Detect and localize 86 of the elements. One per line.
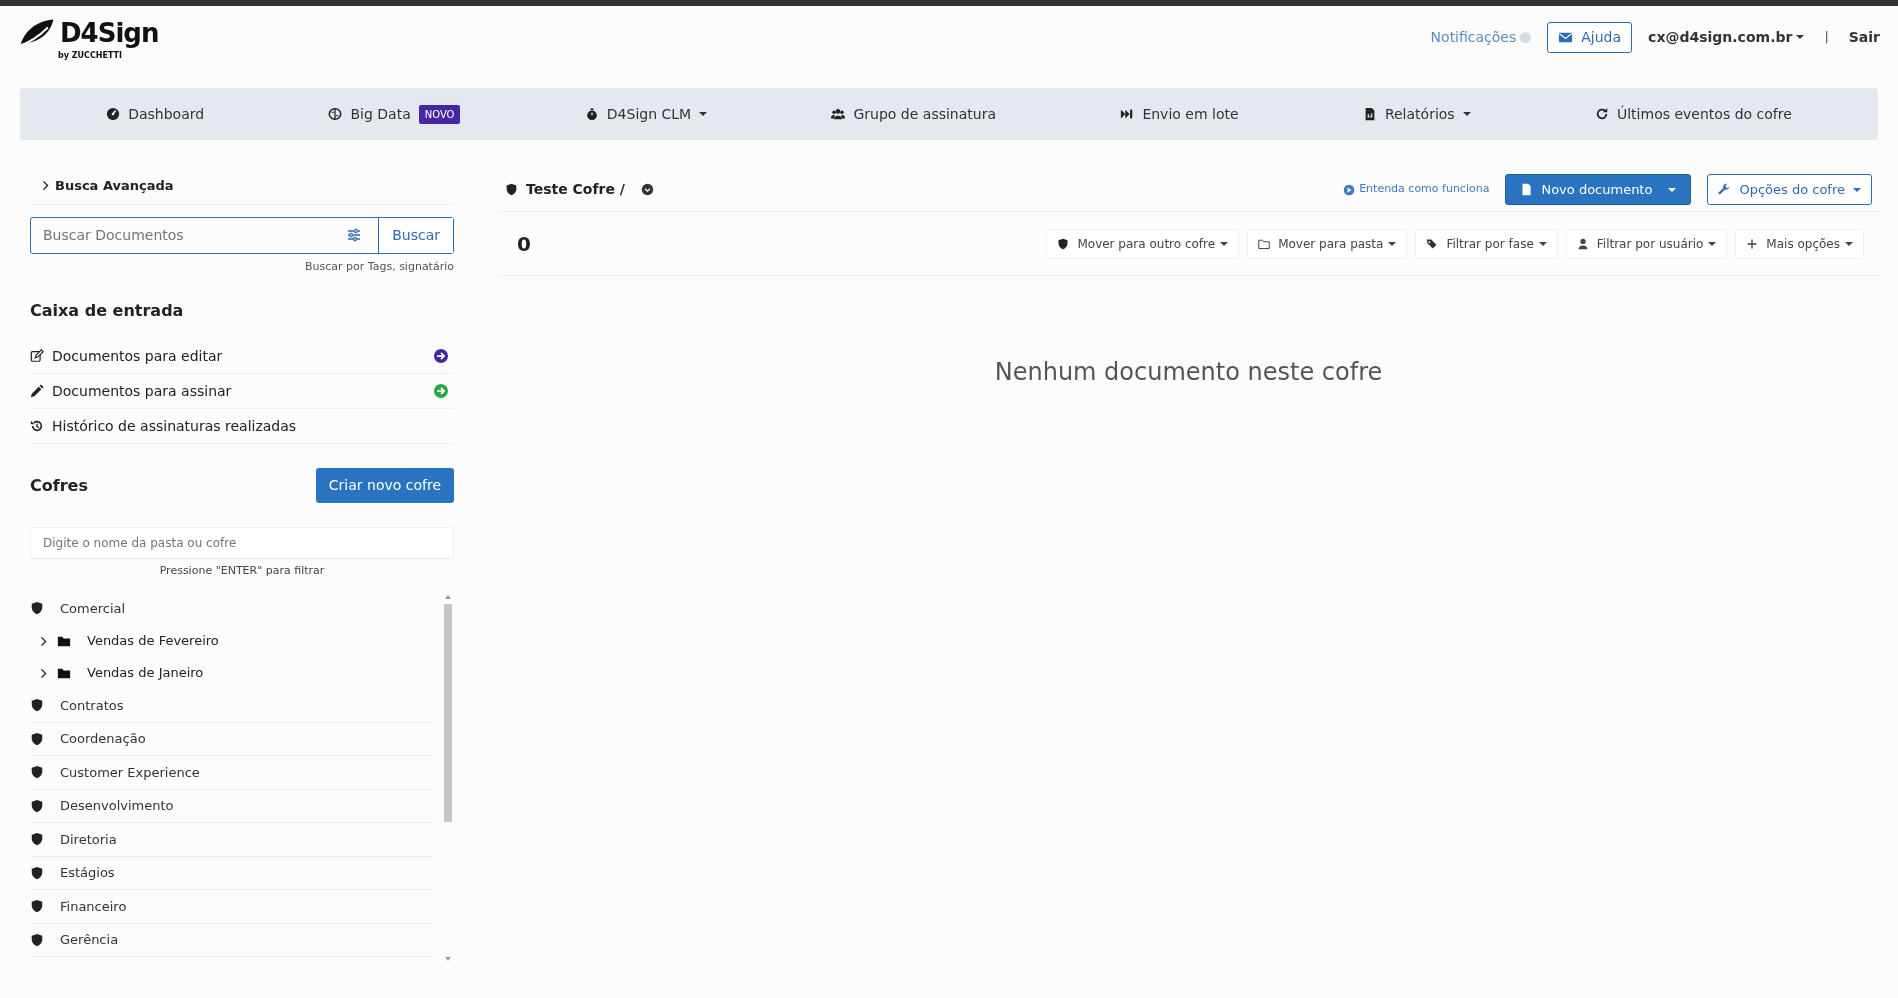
folder-item[interactable]: Vendas de Janeiro [87,663,204,683]
refresh-icon [1595,107,1609,121]
plus-icon [1746,237,1759,250]
shield-icon [30,832,44,847]
shield-icon [30,798,44,813]
folder-icon [57,634,71,648]
new-badge: NOVO [418,104,461,124]
user-menu[interactable]: cx@d4sign.com.br [1648,26,1805,48]
vault-options-button[interactable]: Opções do cofre [1707,173,1872,206]
filter-sliders-icon [346,227,363,243]
shield-icon [1057,237,1070,250]
tags-icon [1426,237,1439,250]
vault-item[interactable]: Financeiro [60,896,127,916]
create-vault-button[interactable]: Criar novo cofre [315,468,454,503]
filter-hint: Pressione "ENTER" para filtrar [158,563,326,579]
logout-link[interactable]: Sair [1848,26,1880,48]
chevron-right-icon [38,635,49,647]
shield-icon [30,731,44,746]
separator: | [1824,28,1829,47]
folder-icon [57,666,71,680]
play-circle-icon [1343,183,1356,196]
pencil-icon [30,384,44,398]
notification-dot-icon [1520,31,1532,43]
search-hint-link[interactable]: signatário [399,259,454,273]
history-icon [30,419,44,433]
new-document-button[interactable]: Novo documento [1505,173,1692,206]
vault-item[interactable]: Estágios [60,863,115,883]
shield-icon [30,601,44,616]
shield-icon [30,698,44,713]
nav-link[interactable]: Grupo de assinatura [831,103,997,125]
expand-chevron-icon[interactable] [38,667,49,679]
inbox-link[interactable]: Documentos para editar [30,345,426,367]
shield-icon [30,865,44,880]
fast-forward-icon [1120,107,1135,121]
nav-link[interactable]: D4Sign CLM [584,103,708,125]
inbox-link[interactable]: Documentos para assinar [30,380,426,402]
inbox-link[interactable]: Histórico de assinaturas realizadas [30,415,454,437]
shield-icon [505,183,518,196]
vault-filter-field[interactable]: Digite o nome da pasta ou cofre [30,527,454,559]
breadcrumb[interactable]: Teste Cofre / [526,179,625,200]
vault-item[interactable]: Gerência [60,930,119,950]
expand-chevron-icon[interactable] [38,635,49,647]
logo-byline: by ZUCCHETTI [58,52,123,60]
edit-icon [30,349,44,363]
nav-link[interactable]: Relatórios [1362,103,1471,125]
stopwatch-icon [584,107,599,121]
shield-icon [30,899,44,914]
logo-text: D4Sign [60,20,159,46]
chevron-right-icon [38,667,49,679]
toolbar-dropdown-button[interactable]: Filtrar por usuário [1565,228,1728,259]
wrench-icon [1718,183,1732,196]
vault-item[interactable]: Comercial [60,598,126,618]
search-button[interactable]: Buscar [378,217,453,253]
shield-icon [30,932,44,947]
nav-link[interactable]: Últimos eventos do cofre [1595,103,1792,125]
inbox-title: Caixa de entrada [30,300,185,322]
document-icon [1520,183,1534,196]
vault-item[interactable]: Desenvolvimento [60,796,174,816]
nav-link[interactable]: Envio em lote [1120,103,1239,125]
chevron-right-icon [40,180,51,192]
help-button[interactable]: Ajuda [1547,21,1633,53]
folder-icon [1258,237,1271,250]
nav-link[interactable]: Big Data NOVO [328,103,461,125]
search-field[interactable]: Buscar Documentos Buscar [30,216,454,254]
chevron-down-circle-icon [640,183,654,196]
toolbar-dropdown-button[interactable]: Mover para outro cofre [1046,228,1240,259]
nav-link[interactable]: Dashboard [106,103,205,125]
folder-item[interactable]: Vendas de Fevereiro [87,631,219,651]
users-icon [831,107,846,121]
vault-item[interactable]: Customer Experience [60,762,200,782]
shield-icon [30,765,44,780]
toolbar-dropdown-button[interactable]: Mover para pasta [1247,228,1408,259]
vault-item[interactable]: Coordenação [60,729,146,749]
gauge-icon [106,107,121,121]
vaults-title: Cofres [30,474,88,497]
empty-message: Nenhum documento neste cofre [993,357,1384,388]
advanced-search-toggle[interactable]: Busca Avançada [30,168,454,205]
document-count: 0 [517,230,531,258]
search-hint: Buscar por Tags, signatário [304,258,454,275]
help-link[interactable]: Entenda como funciona [1343,181,1490,198]
user-icon [1576,237,1589,250]
vault-item[interactable]: Diretoria [60,829,117,849]
toolbar-dropdown-button[interactable]: Filtrar por fase [1415,228,1558,259]
vault-item[interactable]: Contratos [60,695,124,715]
toolbar-dropdown-button[interactable]: Mais opções [1735,228,1864,259]
notifications-link[interactable]: Notificações [1430,26,1517,48]
